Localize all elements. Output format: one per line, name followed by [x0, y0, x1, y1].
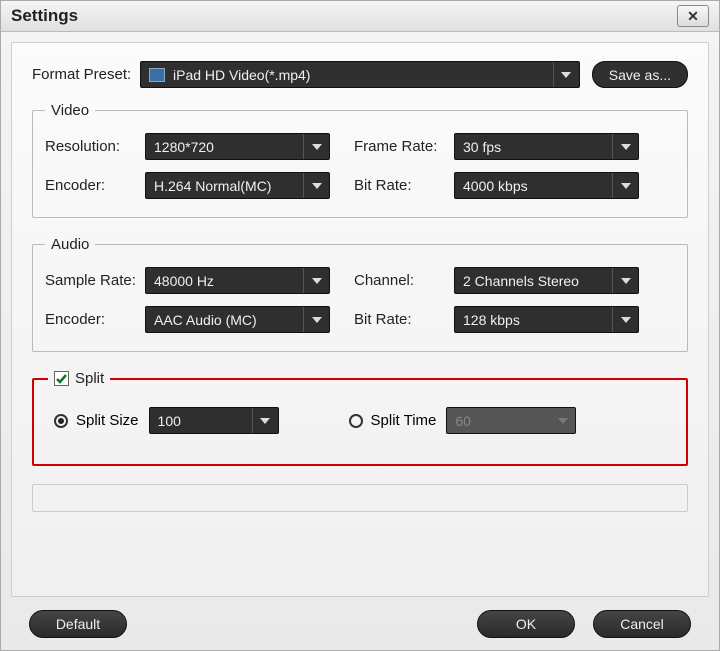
video-legend: Video: [45, 102, 95, 119]
chevron-down-icon: [553, 62, 579, 87]
video-group: Video Resolution: 1280*720 Frame Rate: 3…: [32, 102, 688, 218]
chevron-down-icon: [612, 134, 638, 159]
split-size-dropdown[interactable]: 100: [149, 407, 279, 434]
split-legend: Split: [48, 370, 110, 387]
samplerate-label: Sample Rate:: [45, 272, 145, 289]
split-time-option[interactable]: Split Time: [349, 412, 437, 429]
video-bitrate-value: 4000 kbps: [463, 178, 528, 194]
split-checkbox[interactable]: [54, 371, 69, 386]
save-as-button[interactable]: Save as...: [592, 61, 688, 88]
footer: Default OK Cancel: [1, 610, 719, 638]
format-row: Format Preset: iPad HD Video(*.mp4) Save…: [32, 61, 688, 88]
window-title: Settings: [11, 6, 78, 26]
device-icon: [149, 68, 165, 82]
framerate-label: Frame Rate:: [354, 138, 454, 155]
split-group: Split Split Size 100 Split Time 60: [32, 370, 688, 466]
samplerate-dropdown[interactable]: 48000 Hz: [145, 267, 330, 294]
video-encoder-value: H.264 Normal(MC): [154, 178, 271, 194]
audio-encoder-dropdown[interactable]: AAC Audio (MC): [145, 306, 330, 333]
format-label: Format Preset:: [32, 66, 140, 83]
check-icon: [55, 372, 68, 385]
chevron-down-icon: [303, 173, 329, 198]
chevron-down-icon: [303, 134, 329, 159]
split-time-dropdown[interactable]: 60: [446, 407, 576, 434]
split-time-label: Split Time: [371, 412, 437, 429]
split-size-label: Split Size: [76, 412, 139, 429]
format-preset-value: iPad HD Video(*.mp4): [173, 67, 310, 83]
channel-value: 2 Channels Stereo: [463, 273, 579, 289]
video-encoder-dropdown[interactable]: H.264 Normal(MC): [145, 172, 330, 199]
format-preset-dropdown[interactable]: iPad HD Video(*.mp4): [140, 61, 580, 88]
chevron-down-icon: [612, 268, 638, 293]
default-button[interactable]: Default: [29, 610, 127, 638]
chevron-down-icon: [612, 173, 638, 198]
samplerate-value: 48000 Hz: [154, 273, 214, 289]
ok-button[interactable]: OK: [477, 610, 575, 638]
split-size-value: 100: [158, 413, 181, 429]
video-encoder-label: Encoder:: [45, 177, 145, 194]
audio-bitrate-value: 128 kbps: [463, 312, 520, 328]
audio-group: Audio Sample Rate: 48000 Hz Channel: 2 C…: [32, 236, 688, 352]
title-bar: Settings ✕: [1, 1, 719, 32]
audio-bitrate-label: Bit Rate:: [354, 311, 454, 328]
split-time-value: 60: [455, 413, 471, 429]
split-legend-text: Split: [75, 370, 104, 387]
channel-dropdown[interactable]: 2 Channels Stereo: [454, 267, 639, 294]
framerate-dropdown[interactable]: 30 fps: [454, 133, 639, 160]
content-panel: Format Preset: iPad HD Video(*.mp4) Save…: [11, 42, 709, 597]
resolution-value: 1280*720: [154, 139, 214, 155]
video-bitrate-label: Bit Rate:: [354, 177, 454, 194]
framerate-value: 30 fps: [463, 139, 501, 155]
audio-encoder-label: Encoder:: [45, 311, 145, 328]
chevron-down-icon: [612, 307, 638, 332]
chevron-down-icon: [252, 408, 278, 433]
split-time-radio[interactable]: [349, 414, 363, 428]
cancel-button[interactable]: Cancel: [593, 610, 691, 638]
video-bitrate-dropdown[interactable]: 4000 kbps: [454, 172, 639, 199]
chevron-down-icon: [549, 408, 575, 433]
split-size-option[interactable]: Split Size: [54, 412, 139, 429]
channel-label: Channel:: [354, 272, 454, 289]
resolution-dropdown[interactable]: 1280*720: [145, 133, 330, 160]
split-size-radio[interactable]: [54, 414, 68, 428]
resolution-label: Resolution:: [45, 138, 145, 155]
close-icon: ✕: [687, 8, 699, 25]
close-button[interactable]: ✕: [677, 5, 709, 27]
audio-bitrate-dropdown[interactable]: 128 kbps: [454, 306, 639, 333]
settings-window: Settings ✕ Format Preset: iPad HD Video(…: [0, 0, 720, 651]
chevron-down-icon: [303, 268, 329, 293]
chevron-down-icon: [303, 307, 329, 332]
empty-group: [32, 484, 688, 512]
audio-legend: Audio: [45, 236, 95, 253]
audio-encoder-value: AAC Audio (MC): [154, 312, 257, 328]
